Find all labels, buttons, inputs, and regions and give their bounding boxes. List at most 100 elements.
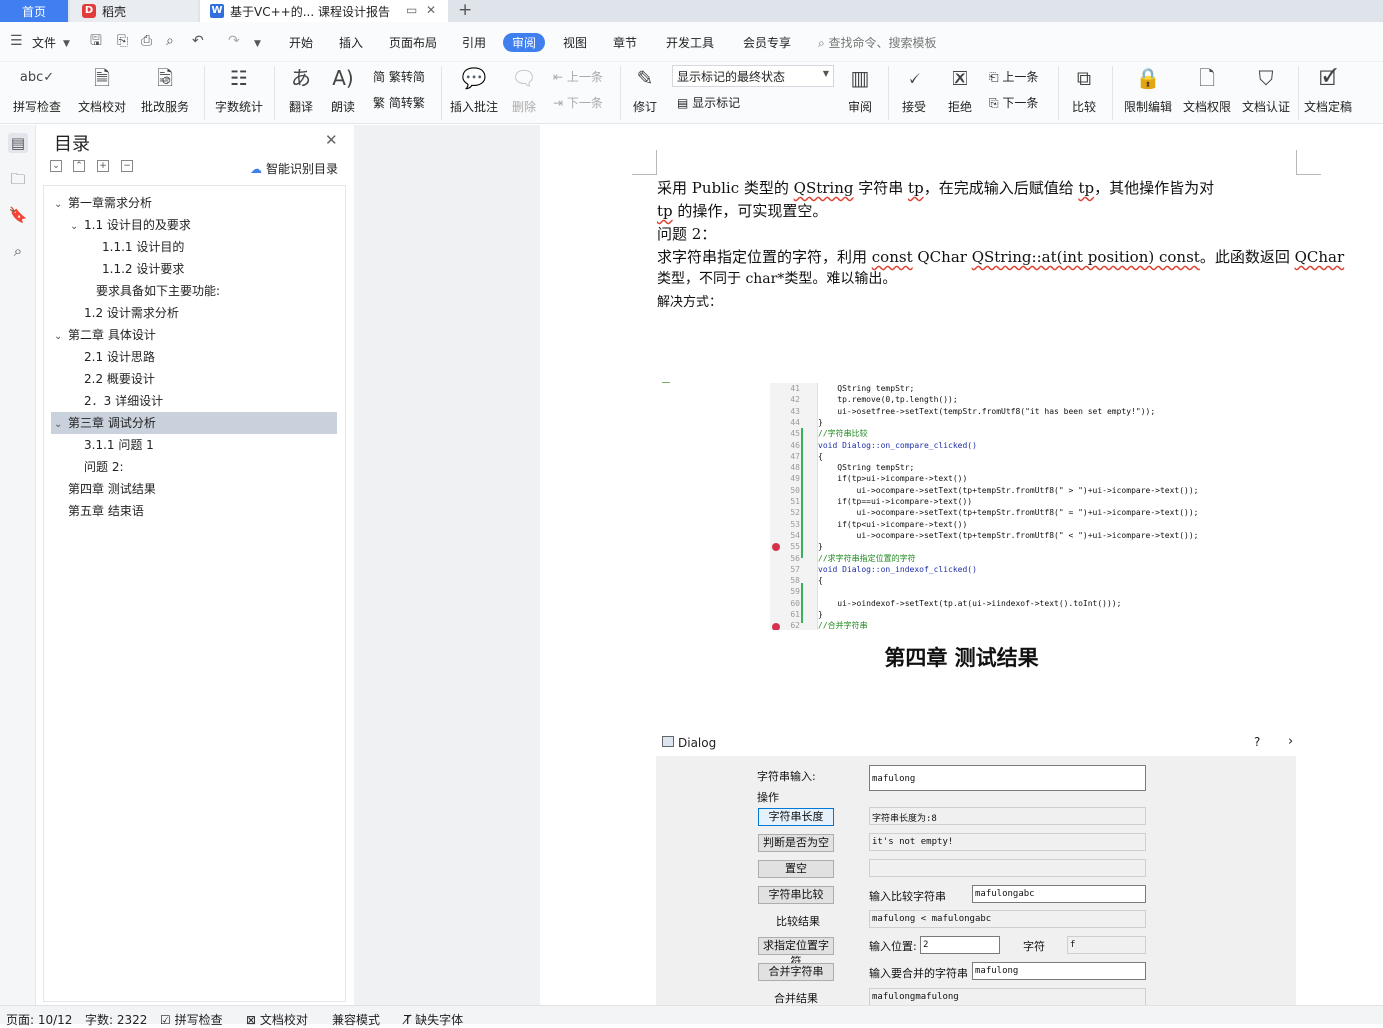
menu-page-layout[interactable]: 页面布局 bbox=[389, 34, 437, 51]
menu-view[interactable]: 视图 bbox=[563, 34, 587, 51]
show-markup-label: 显示标记 bbox=[692, 96, 741, 110]
window-icon bbox=[662, 736, 674, 747]
translate-button[interactable]: あ 翻译 bbox=[282, 64, 320, 115]
reject-button[interactable]: 🗷 拒绝 bbox=[942, 64, 978, 115]
doc-permission-button[interactable]: 🗋 文档权限 bbox=[1181, 64, 1233, 115]
insert-comment-button[interactable]: 💬 插入批注 bbox=[448, 64, 500, 115]
chevron-down-icon[interactable]: ⌄ bbox=[54, 414, 68, 436]
trad-to-simp-button[interactable]: 简 繁转简 bbox=[373, 68, 425, 85]
menu-chapter[interactable]: 章节 bbox=[613, 34, 637, 51]
code-text: if(tp>ui->icompare->text()) bbox=[818, 474, 968, 484]
close-icon[interactable]: ✕ bbox=[325, 131, 338, 149]
toc-item[interactable]: 3.1.1 问题 1 bbox=[44, 434, 345, 456]
menu-file[interactable]: 文件 bbox=[32, 34, 56, 51]
simp-to-trad-button[interactable]: 繁 简转繁 bbox=[373, 94, 425, 111]
revise-service-label: 批改服务 bbox=[140, 100, 189, 114]
revise-service-button[interactable]: 🗟 批改服务 bbox=[136, 64, 194, 115]
chevron-down-icon[interactable]: ⌄ bbox=[54, 194, 68, 216]
menu-insert[interactable]: 插入 bbox=[339, 34, 363, 51]
bookmark-icon[interactable]: 🔖 bbox=[8, 205, 28, 225]
code-line: 50 ui->ocompare->setText(tp+tempStr.from… bbox=[770, 485, 1198, 496]
collapse-all-icon[interactable]: ⌃ bbox=[73, 160, 85, 172]
chevron-down-icon[interactable]: ⌄ bbox=[54, 326, 68, 348]
menu-member[interactable]: 会员专享 bbox=[743, 34, 791, 51]
next-change-button[interactable]: ⎘ 下一条 bbox=[989, 94, 1038, 111]
tab-daoke[interactable]: D 稻壳 bbox=[70, 0, 198, 22]
monitor-icon[interactable]: ▭ bbox=[406, 3, 417, 17]
toc-item[interactable]: ⌄ 1.1 设计目的及要求 bbox=[44, 214, 345, 236]
close-tab-icon[interactable]: ✕ bbox=[426, 3, 436, 17]
add-heading-icon[interactable]: + bbox=[97, 160, 109, 172]
menu-developer[interactable]: 开发工具 bbox=[666, 34, 714, 51]
word-count-button[interactable]: ☷ 字数统计 bbox=[213, 64, 265, 115]
markup-state-select[interactable]: 显示标记的最终状态 ▼ bbox=[672, 65, 834, 87]
chevron-down-icon[interactable]: ▼ bbox=[63, 36, 70, 52]
new-tab-button[interactable]: + bbox=[458, 0, 472, 20]
tab-home[interactable]: 首页 bbox=[0, 0, 68, 22]
toc-item[interactable]: 第四章 测试结果 bbox=[44, 478, 345, 500]
toc-item[interactable]: 1.2 设计需求分析 bbox=[44, 302, 345, 324]
simp-to-trad-label: 简转繁 bbox=[388, 96, 425, 110]
track-changes-button[interactable]: ✎ 修订 bbox=[627, 64, 663, 115]
menu-review[interactable]: 审阅 bbox=[503, 33, 546, 52]
prev-comment-button[interactable]: ⇤ 上一条 bbox=[553, 68, 603, 85]
menu-start[interactable]: 开始 bbox=[289, 34, 313, 51]
search-icon[interactable]: ⌕ bbox=[8, 241, 28, 261]
toc-item[interactable]: 第五章 结束语 bbox=[44, 500, 345, 522]
toc-item[interactable]: 要求具备如下主要功能: bbox=[44, 280, 345, 302]
doc-permission-icon: 🗋 bbox=[1198, 66, 1216, 90]
accept-button[interactable]: 🗸 接受 bbox=[896, 64, 932, 115]
status-doc-proof[interactable]: ⊠ 文档校对 bbox=[246, 1011, 308, 1028]
page-indicator[interactable]: 页面: 10/12 bbox=[6, 1011, 72, 1028]
daoke-logo-icon: D bbox=[82, 4, 96, 18]
prev-change-button[interactable]: ⎗ 上一条 bbox=[989, 68, 1038, 85]
read-aloud-button[interactable]: A) 朗读 bbox=[328, 64, 358, 115]
tab-bar: 首页 D 稻壳 W 基于VC++的... 课程设计报告 ▭ ✕ + bbox=[0, 0, 1383, 22]
toc-panel-icon[interactable]: ▤ bbox=[8, 133, 28, 153]
toc-item[interactable]: 2.2 概要设计 bbox=[44, 368, 345, 390]
search-icon: ⌕ bbox=[818, 36, 829, 50]
chevron-down-icon[interactable]: ⌄ bbox=[70, 216, 84, 238]
toc-item[interactable]: 1.1.1 设计目的 bbox=[44, 236, 345, 258]
missing-font-indicator[interactable]: T̸ 缺失字体 bbox=[404, 1011, 463, 1028]
toc-item[interactable]: ⌄ 第三章 调试分析 bbox=[51, 412, 337, 434]
quick-access-more-icon[interactable]: ▼ bbox=[254, 36, 261, 52]
export-pdf-icon[interactable]: ⎘ bbox=[117, 33, 128, 49]
print-preview-icon[interactable]: ⌕ bbox=[166, 33, 174, 49]
restrict-edit-button[interactable]: 🔒 限制编辑 bbox=[1122, 64, 1174, 115]
doc-finalize-button[interactable]: 🗹 文档定稿 bbox=[1302, 64, 1354, 115]
doc-proof-button[interactable]: 🗎 文档校对 bbox=[76, 64, 128, 115]
document-page[interactable]: 采用 Public 类型的 QString 字符串 tp，在完成输入后赋值给 t… bbox=[540, 125, 1383, 1006]
expand-all-icon[interactable]: ⌄ bbox=[50, 160, 62, 172]
show-markup-button[interactable]: ▤ 显示标记 bbox=[677, 94, 740, 111]
toc-item[interactable]: 2.1 设计思路 bbox=[44, 346, 345, 368]
redo-icon[interactable]: ↷ bbox=[228, 33, 240, 49]
smart-toc-button[interactable]: ☁ 智能识别目录 bbox=[250, 160, 338, 177]
save-icon[interactable]: 🖫 bbox=[90, 33, 102, 49]
remove-heading-icon[interactable]: − bbox=[121, 160, 133, 172]
code-text: tp.remove(0,tp.length()); bbox=[818, 395, 958, 405]
toc-item[interactable]: ⌄ 第一章需求分析 bbox=[44, 192, 345, 214]
tab-document[interactable]: W 基于VC++的... 课程设计报告 ▭ ✕ bbox=[200, 0, 448, 22]
status-spell-check[interactable]: ☑ 拼写检查 bbox=[160, 1011, 223, 1028]
compare-button[interactable]: ⧉ 比较 bbox=[1066, 64, 1102, 115]
toc-item[interactable]: 问题 2: bbox=[44, 456, 345, 478]
doc-certify-button[interactable]: ⛉ 文档认证 bbox=[1240, 64, 1292, 115]
toc-item[interactable]: 1.1.2 设计要求 bbox=[44, 258, 345, 280]
delete-comment-button[interactable]: 🗨 删除 bbox=[506, 64, 542, 115]
command-search[interactable]: ⌕ 查找命令、搜索模板 bbox=[818, 34, 937, 51]
word-count-indicator[interactable]: 字数: 2322 bbox=[85, 1011, 147, 1028]
toc-item[interactable]: ⌄ 第二章 具体设计 bbox=[44, 324, 345, 346]
code-line: 56 //求字符串指定位置的字符 bbox=[770, 553, 915, 564]
chapter-nav-icon[interactable]: 🗀 bbox=[8, 169, 28, 189]
line-number: 43 bbox=[790, 406, 800, 416]
print-icon[interactable]: ⎙ bbox=[141, 33, 152, 49]
menu-references[interactable]: 引用 bbox=[462, 34, 486, 51]
undo-icon[interactable]: ↶ bbox=[192, 33, 204, 49]
line-number: 57 bbox=[790, 564, 800, 574]
hamburger-icon[interactable]: ☰ bbox=[10, 33, 23, 49]
toc-item[interactable]: 2．3 详细设计 bbox=[44, 390, 345, 412]
spell-check-button[interactable]: abc✓ 拼写检查 bbox=[8, 64, 66, 115]
next-comment-button[interactable]: ⇥ 下一条 bbox=[553, 94, 603, 111]
review-pane-button[interactable]: ▥ 审阅 bbox=[842, 64, 878, 115]
